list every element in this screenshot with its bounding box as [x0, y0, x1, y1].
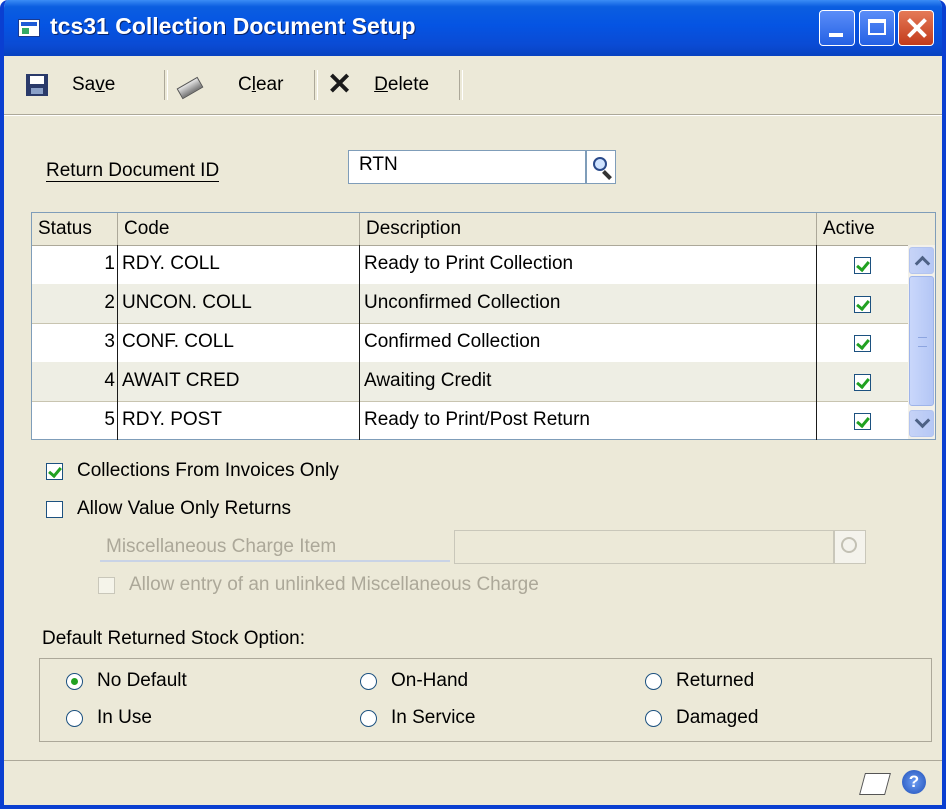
allow-unlinked-misc-checkbox[interactable] [98, 576, 115, 594]
row-active-checkbox[interactable] [854, 413, 871, 430]
grid-scrollbar[interactable] [908, 245, 935, 439]
radio-returned-button[interactable] [645, 672, 662, 690]
note-icon[interactable] [859, 773, 891, 795]
window: tcs31 Collection Document Setup Save Cle… [0, 0, 946, 809]
return-document-id-label[interactable]: Return Document ID [46, 160, 220, 182]
status-bar: ? [4, 760, 942, 805]
radio-in-use-button[interactable] [66, 709, 83, 727]
header-status[interactable]: Status [32, 213, 118, 245]
row-description[interactable]: Ready to Print/Post Return [360, 401, 817, 440]
row-status[interactable]: 3 [32, 323, 118, 362]
row-code[interactable]: CONF. COLL [118, 323, 360, 362]
default-returned-stock-label: Default Returned Stock Option: [42, 628, 305, 649]
misc-charge-item-label: Miscellaneous Charge Item [106, 536, 337, 557]
save-button[interactable]: Save [26, 70, 115, 100]
row-status[interactable]: 2 [32, 284, 118, 323]
collections-from-invoices-only-label[interactable]: Collections From Invoices Only [77, 460, 339, 482]
radio-returned-label[interactable]: Returned [676, 670, 754, 692]
table-row[interactable]: 4 AWAIT CRED Awaiting Credit [32, 362, 908, 402]
allow-value-only-returns-checkbox[interactable] [46, 500, 63, 518]
radio-in-use[interactable]: In Use [66, 707, 152, 729]
row-active-checkbox[interactable] [854, 257, 871, 274]
row-active-checkbox[interactable] [854, 296, 871, 313]
radio-in-service-label[interactable]: In Service [391, 707, 475, 729]
grid-header: Status Code Description Active [32, 213, 935, 246]
clear-button[interactable]: Clear [174, 70, 283, 100]
table-row[interactable]: 5 RDY. POST Ready to Print/Post Return [32, 401, 908, 440]
misc-charge-item-lookup-button[interactable] [834, 530, 866, 564]
status-grid: Status Code Description Active 1 RDY. CO… [31, 212, 936, 440]
title-bar[interactable]: tcs31 Collection Document Setup [4, 0, 942, 56]
magnifier-icon [593, 157, 607, 171]
row-code[interactable]: AWAIT CRED [118, 362, 360, 401]
window-app-icon[interactable] [18, 19, 40, 37]
radio-in-use-label[interactable]: In Use [97, 707, 152, 729]
return-document-lookup-button[interactable] [586, 150, 616, 184]
misc-charge-item-label-underline [100, 560, 450, 562]
toolbar-separator [459, 70, 463, 100]
radio-on-hand[interactable]: On-Hand [360, 670, 468, 692]
toolbar-divider [4, 114, 942, 116]
toolbar: Save Clear ✕ Delete [4, 56, 942, 114]
chevron-up-icon [914, 255, 931, 272]
delete-button[interactable]: ✕ Delete [327, 70, 429, 100]
radio-in-service-button[interactable] [360, 709, 377, 727]
radio-returned[interactable]: Returned [645, 670, 754, 692]
radio-on-hand-button[interactable] [360, 672, 377, 690]
row-status[interactable]: 4 [32, 362, 118, 401]
save-label: Save [72, 74, 116, 95]
allow-unlinked-misc-option[interactable]: Allow entry of an unlinked Miscellaneous… [98, 574, 539, 596]
table-row[interactable]: 1 RDY. COLL Ready to Print Collection [32, 245, 908, 285]
table-row[interactable]: 2 UNCON. COLL Unconfirmed Collection [32, 284, 908, 324]
row-active-checkbox[interactable] [854, 374, 871, 391]
maximize-button[interactable] [859, 10, 895, 46]
toolbar-separator [164, 70, 168, 100]
scroll-down-button[interactable] [909, 410, 934, 437]
header-active[interactable]: Active [817, 213, 935, 245]
header-code[interactable]: Code [118, 213, 360, 245]
clear-label: Clear [238, 74, 284, 95]
row-description[interactable]: Confirmed Collection [360, 323, 817, 362]
misc-charge-item-input[interactable] [454, 530, 834, 564]
row-active-checkbox[interactable] [854, 335, 871, 352]
radio-damaged-button[interactable] [645, 709, 662, 727]
scroll-thumb[interactable] [909, 276, 934, 406]
radio-damaged-label[interactable]: Damaged [676, 707, 758, 729]
row-code[interactable]: UNCON. COLL [118, 284, 360, 323]
allow-value-only-returns-label[interactable]: Allow Value Only Returns [77, 498, 291, 520]
header-description[interactable]: Description [360, 213, 817, 245]
allow-value-only-returns-option[interactable]: Allow Value Only Returns [46, 498, 291, 520]
toolbar-separator [314, 70, 318, 100]
collections-from-invoices-only-checkbox[interactable] [46, 462, 63, 480]
row-status[interactable]: 5 [32, 401, 118, 440]
row-description[interactable]: Ready to Print Collection [360, 245, 817, 284]
row-code[interactable]: RDY. COLL [118, 245, 360, 284]
minimize-button[interactable] [819, 10, 855, 46]
row-code[interactable]: RDY. POST [118, 401, 360, 440]
scroll-up-button[interactable] [909, 247, 934, 274]
radio-no-default[interactable]: No Default [66, 670, 187, 692]
row-description[interactable]: Awaiting Credit [360, 362, 817, 401]
close-button[interactable] [898, 10, 934, 46]
radio-damaged[interactable]: Damaged [645, 707, 758, 729]
return-document-id-input[interactable]: RTN [348, 150, 586, 184]
row-description[interactable]: Unconfirmed Collection [360, 284, 817, 323]
help-icon[interactable]: ? [902, 770, 926, 794]
default-returned-stock-group: No Default On-Hand Returned In Use In Se… [39, 658, 932, 742]
delete-x-icon: ✕ [327, 68, 353, 101]
radio-in-service[interactable]: In Service [360, 707, 475, 729]
delete-label: Delete [374, 74, 430, 95]
table-row[interactable]: 3 CONF. COLL Confirmed Collection [32, 323, 908, 363]
save-icon [26, 74, 48, 96]
radio-no-default-button[interactable] [66, 672, 83, 690]
row-status[interactable]: 1 [32, 245, 118, 284]
window-title: tcs31 Collection Document Setup [50, 13, 416, 39]
chevron-down-icon [914, 412, 931, 429]
eraser-icon [174, 74, 202, 96]
radio-on-hand-label[interactable]: On-Hand [391, 670, 468, 692]
allow-unlinked-misc-label: Allow entry of an unlinked Miscellaneous… [129, 574, 539, 595]
collections-from-invoices-only-option[interactable]: Collections From Invoices Only [46, 460, 339, 482]
radio-no-default-label[interactable]: No Default [97, 670, 187, 692]
